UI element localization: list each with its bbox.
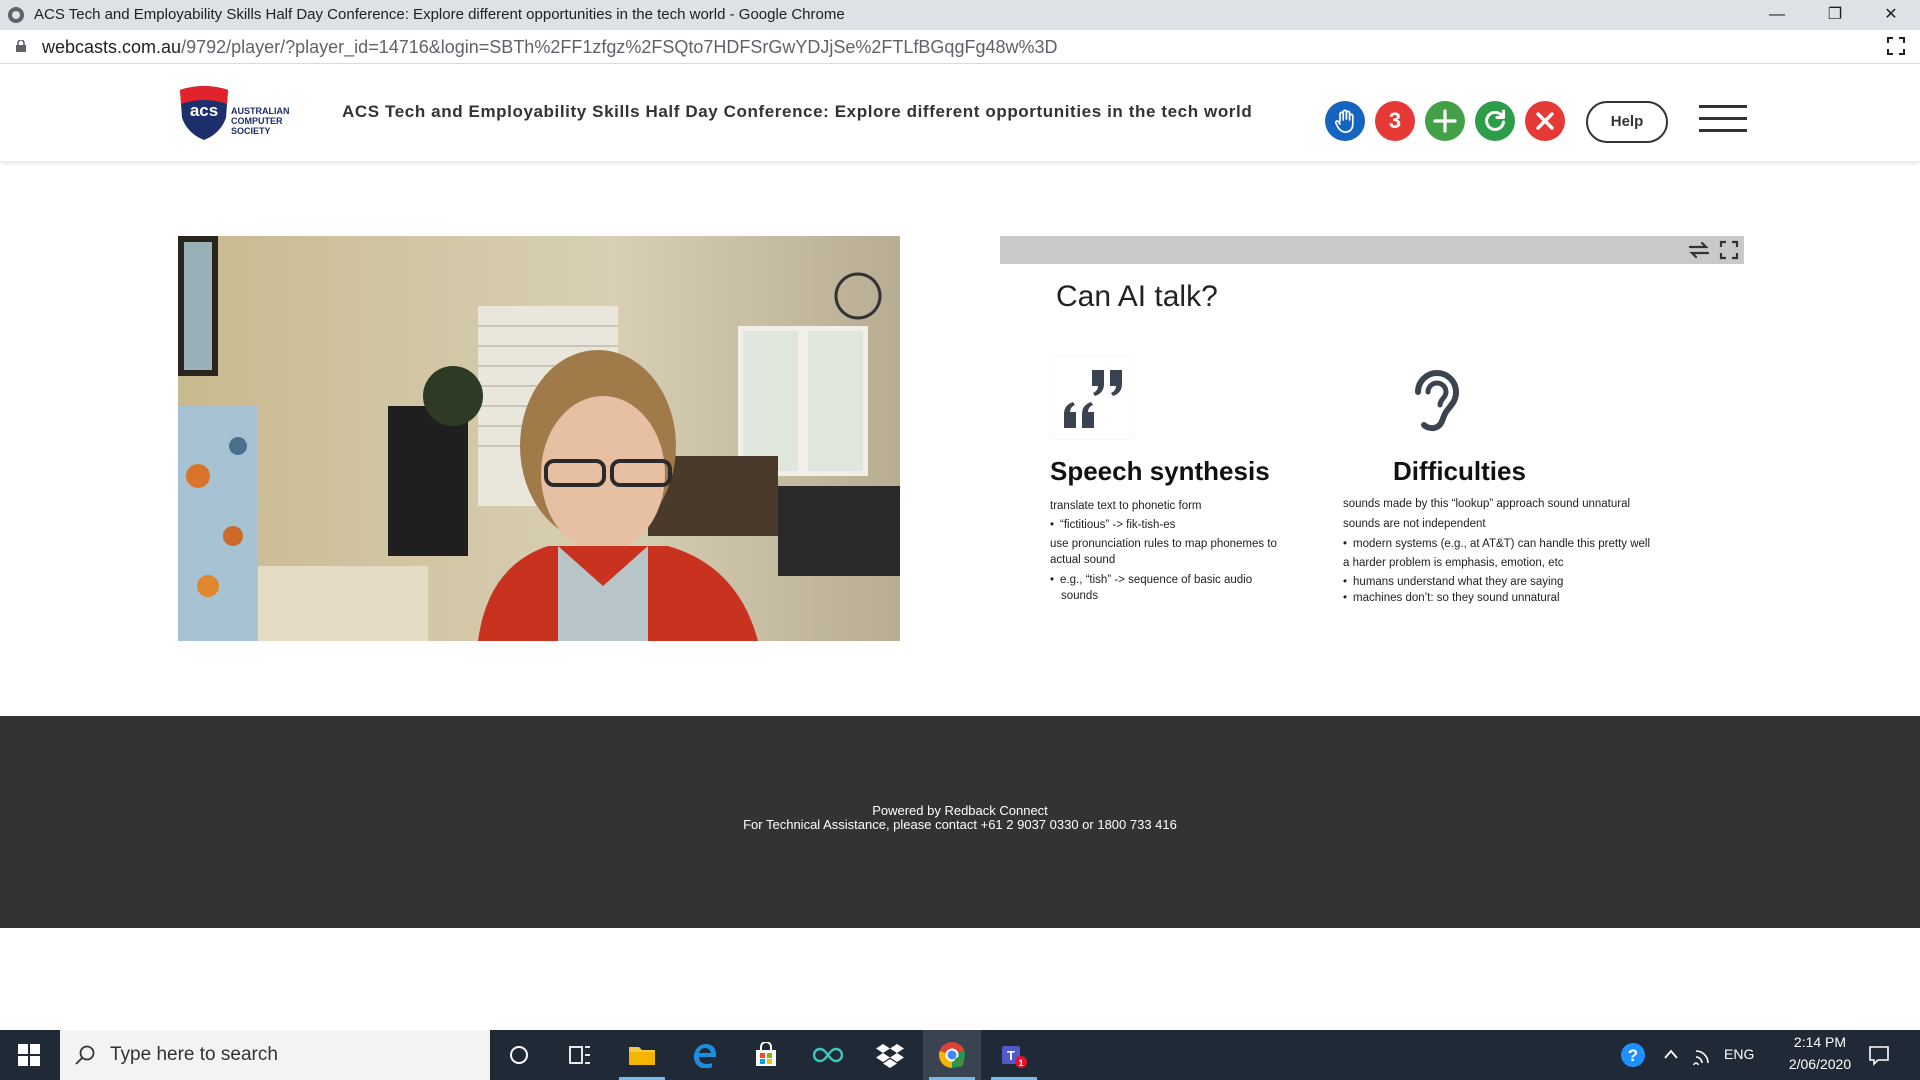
input-language[interactable]: ENG	[1724, 1046, 1754, 1062]
notifications-icon[interactable]	[1868, 1044, 1890, 1066]
difficulties-heading: Difficulties	[1393, 456, 1526, 486]
technical-assistance-text: For Technical Assistance, please contact…	[743, 817, 1177, 832]
help-button[interactable]: Help	[1586, 101, 1668, 143]
task-view-icon	[569, 1046, 590, 1064]
slide-bullet: e.g., “tish” -> sequence of basic audio	[1050, 572, 1277, 588]
windows-taskbar: Type here to search T 1 ? ENG 2:14 PM 2/…	[0, 1030, 1920, 1080]
folder-icon	[629, 1047, 655, 1065]
chevron-up-icon[interactable]	[1663, 1047, 1679, 1061]
question-mark: ?	[1628, 1046, 1638, 1065]
logo-line: AUSTRALIAN	[231, 106, 290, 116]
slide-bullet: machines don’t: so they sound unnatural	[1343, 590, 1650, 606]
cortana-circle-icon	[510, 1046, 528, 1064]
acs-logo-icon[interactable]: acs	[176, 84, 232, 142]
slide-line: translate text to phonetic form	[1050, 500, 1202, 512]
address-bar[interactable]: webcasts.com.au/9792/player/?player_id=1…	[0, 30, 1920, 64]
quote-icon	[1050, 356, 1134, 440]
logo-line: SOCIETY	[231, 126, 271, 136]
ear-icon	[1415, 370, 1460, 432]
teams-letter: T	[1007, 1048, 1015, 1063]
slide-bullet: modern systems (e.g., at AT&T) can handl…	[1343, 536, 1650, 552]
powered-by-text: Powered by Redback Connect	[872, 803, 1048, 818]
close-session-button[interactable]	[1525, 101, 1565, 141]
slide-line: sounds	[1061, 590, 1099, 602]
clock-date: 2/06/2020	[1788, 1056, 1852, 1072]
slide-toolbar	[1000, 236, 1744, 264]
difficulties-text: sounds made by this “lookup” approach so…	[1343, 496, 1650, 606]
presentation-slide: Can AI talk? Speech synthesis translate …	[1000, 264, 1744, 656]
store-bag-icon	[756, 1042, 776, 1066]
refresh-button[interactable]	[1475, 101, 1515, 141]
menu-bar	[1699, 129, 1747, 132]
window-title-bar: ACS Tech and Employability Skills Half D…	[0, 0, 1920, 30]
windows-logo-icon	[18, 1044, 40, 1066]
start-button[interactable]	[0, 1030, 58, 1080]
taskbar-dropbox[interactable]	[861, 1030, 919, 1080]
refresh-icon	[1485, 109, 1505, 131]
network-icon[interactable]	[1692, 1045, 1714, 1065]
count-button[interactable]: 3	[1375, 101, 1415, 141]
question-icon: ?	[1621, 1043, 1645, 1067]
add-button[interactable]	[1425, 101, 1465, 141]
infinity-icon	[813, 1047, 843, 1063]
raise-hand-button[interactable]	[1325, 101, 1365, 141]
page-footer: Powered by Redback Connect For Technical…	[0, 716, 1920, 928]
menu-bar	[1699, 117, 1747, 120]
help-tray-icon[interactable]: ?	[1620, 1042, 1646, 1073]
window-title: ACS Tech and Employability Skills Half D…	[34, 6, 845, 23]
minimize-button[interactable]: —	[1748, 0, 1806, 30]
slide-bullet: “fictitious” -> fik-tish-es	[1050, 517, 1277, 533]
slide-line: use pronunciation rules to map phonemes …	[1050, 538, 1277, 550]
taskbar-file-explorer[interactable]	[613, 1030, 671, 1080]
speaker-video[interactable]	[178, 236, 900, 641]
teams-icon: T 1	[1002, 1046, 1027, 1068]
cortana-button[interactable]	[490, 1030, 548, 1080]
system-clock[interactable]: 2:14 PM 2/06/2020	[1770, 1034, 1870, 1072]
url-text[interactable]: webcasts.com.au/9792/player/?player_id=1…	[42, 37, 1058, 58]
slide-bullet: humans understand what they are saying	[1343, 574, 1650, 590]
speech-synthesis-heading: Speech synthesis	[1050, 456, 1270, 486]
task-view-button[interactable]	[551, 1030, 609, 1080]
slide-line: a harder problem is emphasis, emotion, e…	[1343, 557, 1564, 569]
slide-line: sounds are not independent	[1343, 518, 1486, 530]
conference-title: ACS Tech and Employability Skills Half D…	[342, 102, 1253, 121]
edge-icon	[694, 1044, 716, 1068]
search-placeholder: Type here to search	[110, 1044, 278, 1065]
url-path: /9792/player/?player_id=14716&login=SBTh…	[181, 37, 1058, 57]
fullscreen-icon[interactable]	[1886, 36, 1906, 56]
close-icon	[1536, 112, 1554, 130]
slide-line: sounds made by this “lookup” approach so…	[1343, 498, 1631, 510]
logo-line: COMPUTER	[231, 116, 283, 126]
clock-time: 2:14 PM	[1793, 1034, 1847, 1050]
dropbox-icon	[876, 1044, 904, 1068]
taskbar-teams[interactable]: T 1	[985, 1030, 1043, 1080]
logo-text: AUSTRALIAN COMPUTER SOCIETY	[231, 106, 290, 136]
site-header: acs AUSTRALIAN COMPUTER SOCIETY ACS Tech…	[0, 64, 1920, 161]
restore-button[interactable]: ❐	[1806, 0, 1864, 30]
swap-icon[interactable]	[1688, 241, 1710, 259]
expand-icon[interactable]	[1718, 239, 1740, 261]
plus-icon	[1433, 109, 1457, 133]
lock-icon	[16, 40, 26, 52]
menu-bar	[1699, 105, 1747, 108]
taskbar-infinity-app[interactable]	[799, 1030, 857, 1080]
chrome-app-icon	[939, 1042, 965, 1068]
url-host: webcasts.com.au	[42, 37, 182, 57]
slide-title: Can AI talk?	[1056, 280, 1218, 313]
speech-synthesis-text: translate text to phonetic form “fictiti…	[1050, 498, 1277, 604]
taskbar-search-box[interactable]: Type here to search	[60, 1030, 490, 1080]
hand-icon	[1334, 109, 1354, 133]
chrome-icon	[8, 7, 24, 23]
teams-badge: 1	[1018, 1058, 1023, 1068]
menu-icon[interactable]	[1699, 105, 1747, 133]
slide-line: actual sound	[1050, 554, 1116, 566]
search-icon	[75, 1045, 95, 1065]
close-window-button[interactable]: ✕	[1862, 0, 1920, 30]
speaker-video-frame	[178, 236, 900, 641]
taskbar-chrome[interactable]	[923, 1030, 981, 1080]
taskbar-store[interactable]	[737, 1030, 795, 1080]
logo-mark: acs	[190, 101, 218, 120]
taskbar-edge[interactable]	[675, 1030, 733, 1080]
